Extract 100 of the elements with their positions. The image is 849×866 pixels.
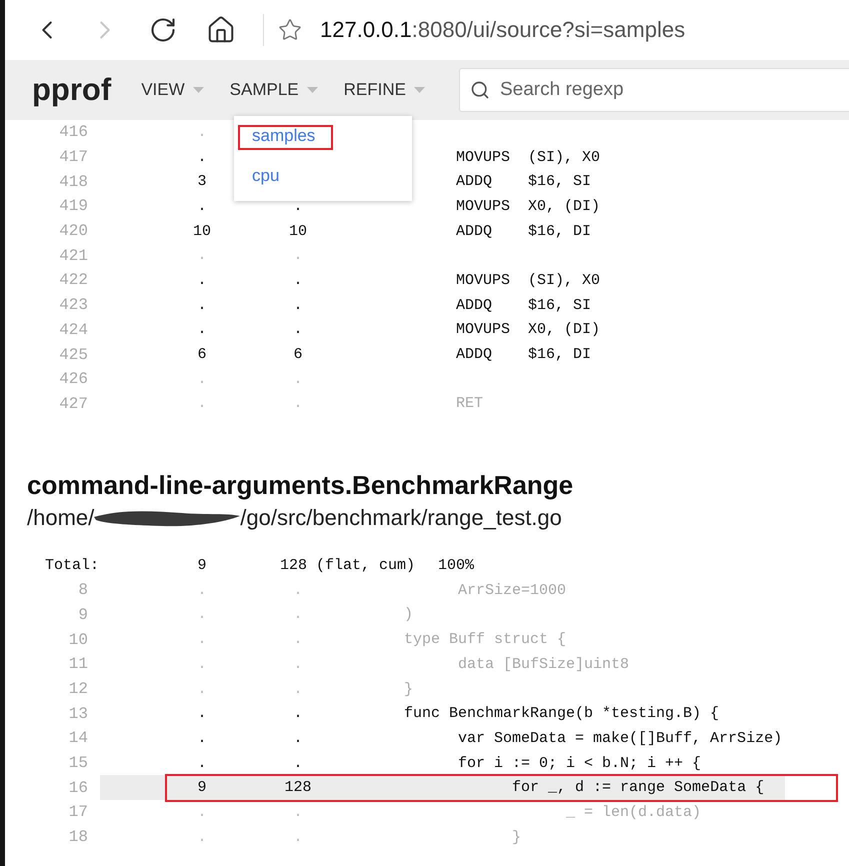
flat-value: . <box>196 606 208 624</box>
line-number: 11 <box>68 655 88 674</box>
flat-value: . <box>196 247 208 264</box>
line-number: 9 <box>77 606 88 624</box>
line-number: 18 <box>68 828 88 846</box>
url-path: :8080/ui/source?si=samples <box>412 17 686 43</box>
code-text: type Buff struct { <box>403 631 568 648</box>
code-text: ArrSize=1000 <box>457 582 568 599</box>
code-text: ADDQ $16, DI <box>455 222 592 240</box>
line-number: 13 <box>68 704 88 723</box>
code-text: for _, d := range SomeData { <box>511 779 766 796</box>
line-number: 418 <box>58 172 88 191</box>
code-text: } <box>511 828 522 846</box>
file-path: /go/src/benchmark/range_test.go <box>240 505 562 532</box>
home-icon[interactable] <box>206 15 236 45</box>
flat-value: . <box>196 272 208 289</box>
line-number: 15 <box>68 754 88 772</box>
menu-item[interactable]: cpu <box>252 166 280 185</box>
code-text: data [BufSize]uint8 <box>457 656 630 673</box>
flat-value: 10 <box>192 222 212 240</box>
code-text: RET <box>455 395 484 412</box>
code-text: func BenchmarkRange(b *testing.B) { <box>403 705 720 722</box>
menu-button[interactable]: SAMPLE <box>230 80 318 100</box>
flat-value: 9 <box>196 779 208 796</box>
flat-value: . <box>196 582 208 599</box>
line-number: 420 <box>58 222 88 240</box>
cum-value: . <box>292 395 304 412</box>
caret-icon <box>306 87 318 93</box>
search-icon <box>470 80 490 100</box>
cum-value: . <box>292 582 304 599</box>
menu-button[interactable]: VIEW <box>141 80 204 100</box>
code-text: } <box>403 680 414 698</box>
flat-value: . <box>196 754 208 772</box>
line-number: 12 <box>68 680 88 698</box>
star-icon[interactable] <box>278 18 302 42</box>
flat-value: . <box>196 828 208 846</box>
line-number: 423 <box>58 296 88 314</box>
flat-value: . <box>196 705 208 722</box>
cum-value: . <box>292 705 304 722</box>
flat-value: 9 <box>196 557 208 574</box>
code-text: MOVUPS X0, (DI) <box>455 198 602 215</box>
cum-value: . <box>292 296 304 314</box>
flat-value: . <box>196 680 208 698</box>
search-field[interactable]: Search regexp <box>458 68 849 112</box>
flat-value: . <box>196 198 208 215</box>
flat-value: . <box>196 370 208 388</box>
flat-value: . <box>196 148 208 166</box>
line-number: 17 <box>68 803 88 822</box>
line-number: 422 <box>58 271 88 290</box>
flat-value: . <box>196 804 208 821</box>
cum-value: . <box>292 631 304 648</box>
flat-value: 3 <box>196 173 208 190</box>
total-label: Total: <box>44 557 100 574</box>
line-number: 426 <box>58 370 88 388</box>
file-path: /home/ <box>27 505 94 532</box>
code-text: for i := 0; i < b.N; i ++ { <box>457 754 702 772</box>
cum-value: . <box>292 828 304 846</box>
line-number: 10 <box>68 630 88 649</box>
reload-icon[interactable] <box>149 16 177 44</box>
cum-value: 10 <box>288 222 308 240</box>
function-title: command-line-arguments.BenchmarkRange <box>27 470 574 502</box>
flat-value: . <box>196 124 208 141</box>
line-number: 421 <box>58 246 88 265</box>
line-number: 16 <box>68 778 88 797</box>
cum-value: 128 (flat, cum) <box>280 557 416 574</box>
caret-icon <box>192 87 204 93</box>
caret-icon <box>414 87 425 93</box>
app-logo: pprof <box>32 72 112 108</box>
cum-value: . <box>292 754 304 772</box>
cum-value: . <box>292 321 304 338</box>
code-text: MOVUPS (SI), X0 <box>455 272 602 289</box>
menu-button[interactable]: REFINE <box>344 80 425 100</box>
flat-value: . <box>196 296 208 314</box>
percent-value: 100% <box>438 557 476 574</box>
cum-value: . <box>292 606 304 624</box>
flat-value: . <box>196 656 208 673</box>
line-number: 14 <box>68 729 88 748</box>
code-text: ADDQ $16, SI <box>455 173 592 190</box>
code-text: MOVUPS X0, (DI) <box>455 321 602 338</box>
line-number: 416 <box>58 123 88 142</box>
cum-value: . <box>292 247 304 264</box>
cum-value: . <box>292 656 304 673</box>
code-text: var SomeData = make([]Buff, ArrSize) <box>457 730 784 747</box>
code-text: _ = len(d.data) <box>565 804 702 821</box>
line-number: 8 <box>77 581 88 600</box>
code-text: ADDQ $16, DI <box>455 346 592 364</box>
flat-value: . <box>196 395 208 412</box>
cum-value: . <box>292 680 304 698</box>
flat-value: . <box>196 631 208 648</box>
cum-value: . <box>292 804 304 821</box>
line-number: 425 <box>58 346 88 364</box>
cum-value: 6 <box>292 346 304 364</box>
menu-item[interactable]: samples <box>252 126 316 145</box>
cum-value: . <box>292 272 304 289</box>
url-host: 127.0.0.1 <box>320 17 412 43</box>
cum-value: 128 <box>283 779 312 796</box>
line-number: 427 <box>58 394 88 413</box>
line-number: 424 <box>58 320 88 339</box>
cum-value: . <box>292 730 304 747</box>
line-number: 419 <box>58 197 88 216</box>
